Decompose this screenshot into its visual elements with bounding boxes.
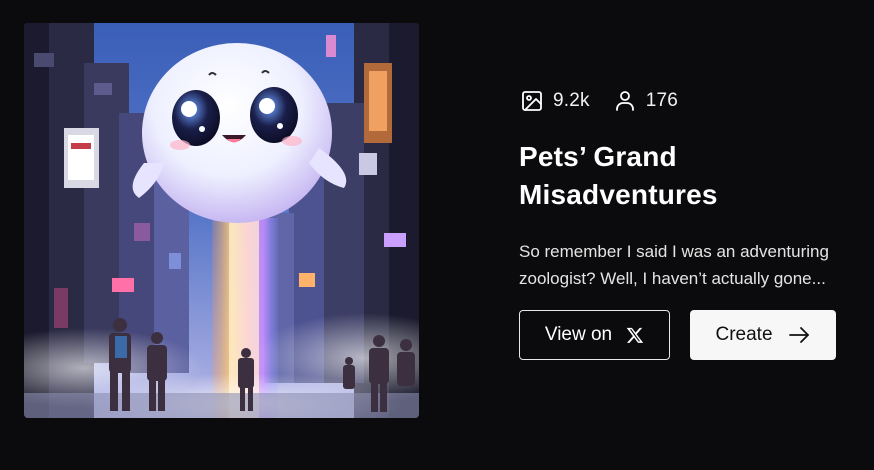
story-card: 9.2k 176 Pets’ Grand Misadventures So re… bbox=[0, 0, 874, 470]
images-stat: 9.2k bbox=[519, 88, 590, 114]
create-label: Create bbox=[715, 324, 773, 345]
view-on-x-button[interactable]: View on bbox=[519, 310, 670, 360]
action-buttons: View on Create bbox=[519, 310, 859, 360]
images-count: 9.2k bbox=[553, 90, 590, 111]
story-description: So remember I said I was an adventuring … bbox=[519, 242, 829, 288]
image-icon bbox=[519, 88, 545, 114]
story-info: 9.2k 176 Pets’ Grand Misadventures So re… bbox=[519, 86, 859, 360]
create-button[interactable]: Create bbox=[690, 310, 836, 360]
users-stat: 176 bbox=[612, 88, 678, 114]
x-logo-icon bbox=[626, 326, 644, 344]
users-count: 176 bbox=[645, 90, 679, 111]
view-on-label: View on bbox=[544, 324, 613, 345]
arrow-right-icon bbox=[787, 323, 811, 347]
cover-image[interactable] bbox=[24, 23, 419, 418]
user-icon bbox=[612, 88, 638, 114]
story-title: Pets’ Grand Misadventures bbox=[519, 141, 718, 210]
stats-row: 9.2k 176 bbox=[519, 86, 859, 116]
